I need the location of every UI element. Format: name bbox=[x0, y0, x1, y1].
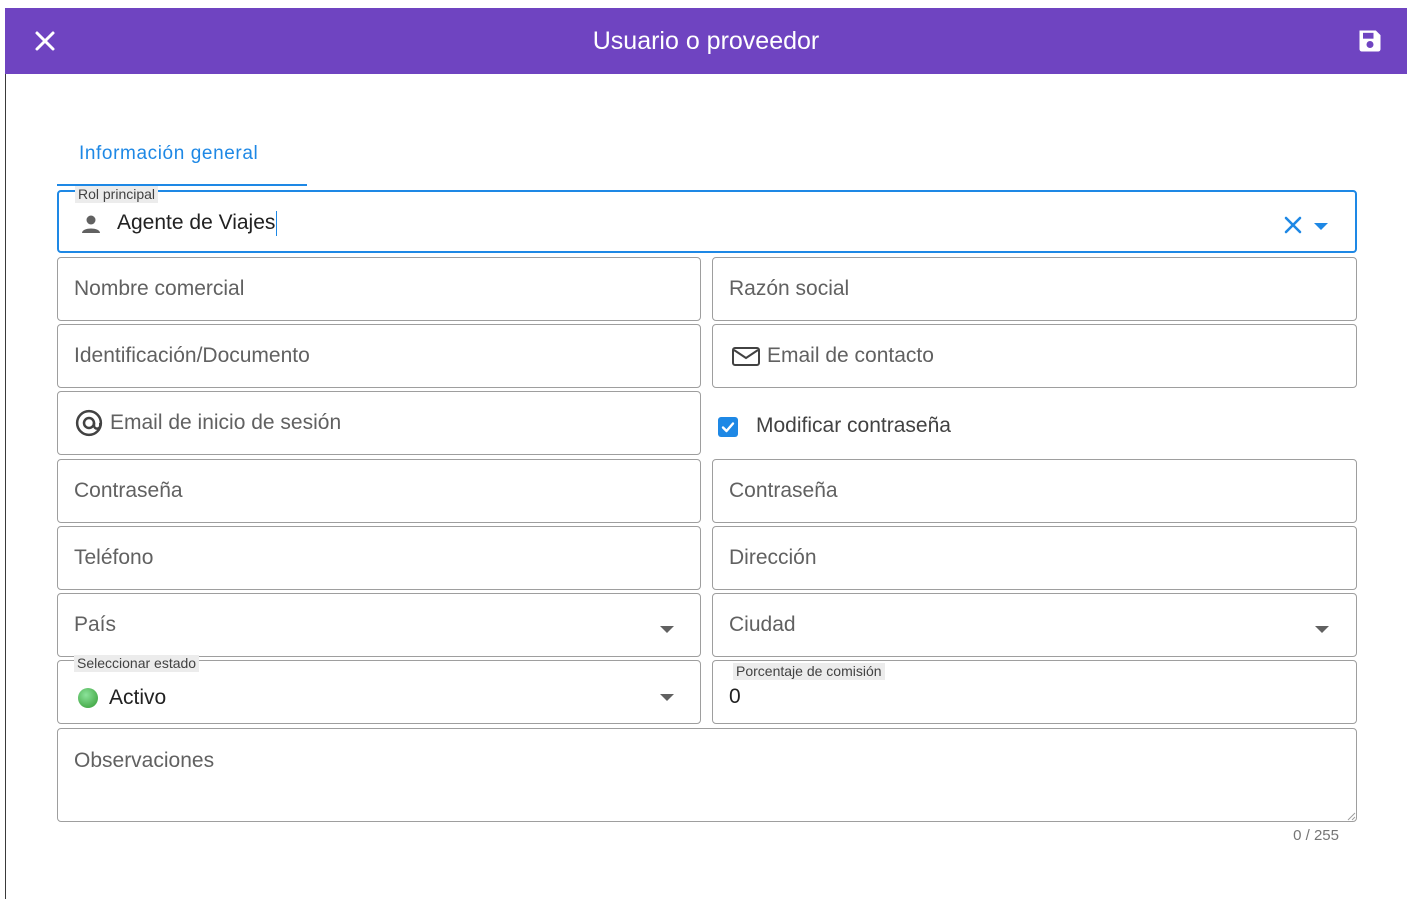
dialog-border bbox=[5, 74, 6, 899]
estado-select[interactable]: Seleccionar estado Activo bbox=[57, 655, 701, 724]
chevron-down-icon[interactable] bbox=[1315, 626, 1329, 633]
contrasena-confirm-placeholder: Contraseña bbox=[729, 479, 838, 502]
nombre-comercial-field[interactable]: Nombre comercial bbox=[57, 257, 701, 321]
person-icon bbox=[82, 215, 100, 233]
telefono-placeholder: Teléfono bbox=[74, 546, 154, 569]
modificar-contrasena-label[interactable]: Modificar contraseña bbox=[756, 414, 951, 438]
at-icon bbox=[75, 409, 103, 437]
contrasena-placeholder: Contraseña bbox=[74, 479, 183, 502]
tab-informacion-general[interactable]: Información general bbox=[57, 131, 307, 186]
email-inicio-field[interactable]: Email de inicio de sesión bbox=[57, 391, 701, 455]
comision-value: 0 bbox=[729, 685, 741, 708]
identificacion-field[interactable]: Identificación/Documento bbox=[57, 324, 701, 388]
status-dot bbox=[78, 688, 98, 708]
save-icon bbox=[1359, 30, 1381, 52]
pais-select[interactable]: País bbox=[57, 593, 701, 657]
nombre-comercial-placeholder: Nombre comercial bbox=[74, 277, 245, 300]
email-inicio-placeholder: Email de inicio de sesión bbox=[110, 411, 342, 434]
pais-placeholder: País bbox=[74, 613, 117, 636]
telefono-field[interactable]: Teléfono bbox=[57, 526, 701, 590]
comision-label: Porcentaje de comisión bbox=[733, 663, 885, 680]
resize-handle-icon[interactable] bbox=[1346, 811, 1356, 821]
char-counter: 0 / 255 bbox=[1293, 827, 1339, 844]
clear-icon bbox=[1284, 216, 1302, 234]
comision-field[interactable]: Porcentaje de comisión 0 bbox=[712, 660, 1357, 724]
rol-principal-select[interactable]: Rol principal Agente de Viajes bbox=[57, 186, 1357, 253]
clear-button[interactable] bbox=[1283, 215, 1303, 240]
identificacion-placeholder: Identificación/Documento bbox=[74, 344, 310, 367]
dialog-toolbar: Usuario o proveedor bbox=[5, 8, 1407, 74]
chevron-down-icon[interactable] bbox=[660, 694, 674, 701]
save-button[interactable] bbox=[1353, 24, 1387, 58]
direccion-field[interactable]: Dirección bbox=[712, 526, 1357, 590]
modificar-contrasena-checkbox[interactable] bbox=[718, 417, 738, 437]
rol-principal-value: Agente de Viajes bbox=[117, 211, 276, 235]
observaciones-placeholder: Observaciones bbox=[74, 749, 215, 772]
contrasena-confirm-field[interactable]: Contraseña bbox=[712, 459, 1357, 523]
chevron-down-icon[interactable] bbox=[1314, 223, 1328, 230]
chevron-down-icon[interactable] bbox=[660, 626, 674, 633]
razon-social-placeholder: Razón social bbox=[729, 277, 850, 300]
text-cursor bbox=[276, 211, 278, 236]
contrasena-field[interactable]: Contraseña bbox=[57, 459, 701, 523]
direccion-placeholder: Dirección bbox=[729, 546, 817, 569]
observaciones-textarea[interactable]: Observaciones bbox=[57, 728, 1357, 822]
mail-icon bbox=[732, 347, 760, 366]
dialog-title: Usuario o proveedor bbox=[592, 27, 820, 55]
rol-principal-label: Rol principal bbox=[75, 186, 159, 203]
razon-social-field[interactable]: Razón social bbox=[712, 257, 1357, 321]
ciudad-placeholder: Ciudad bbox=[729, 613, 796, 636]
email-contacto-field[interactable]: Email de contacto bbox=[712, 324, 1357, 388]
estado-label: Seleccionar estado bbox=[74, 655, 200, 672]
email-contacto-placeholder: Email de contacto bbox=[767, 344, 934, 367]
tab-label: Información general bbox=[79, 143, 259, 164]
estado-value: Activo bbox=[109, 686, 167, 709]
check-icon bbox=[721, 422, 735, 433]
ciudad-select[interactable]: Ciudad bbox=[712, 593, 1357, 657]
